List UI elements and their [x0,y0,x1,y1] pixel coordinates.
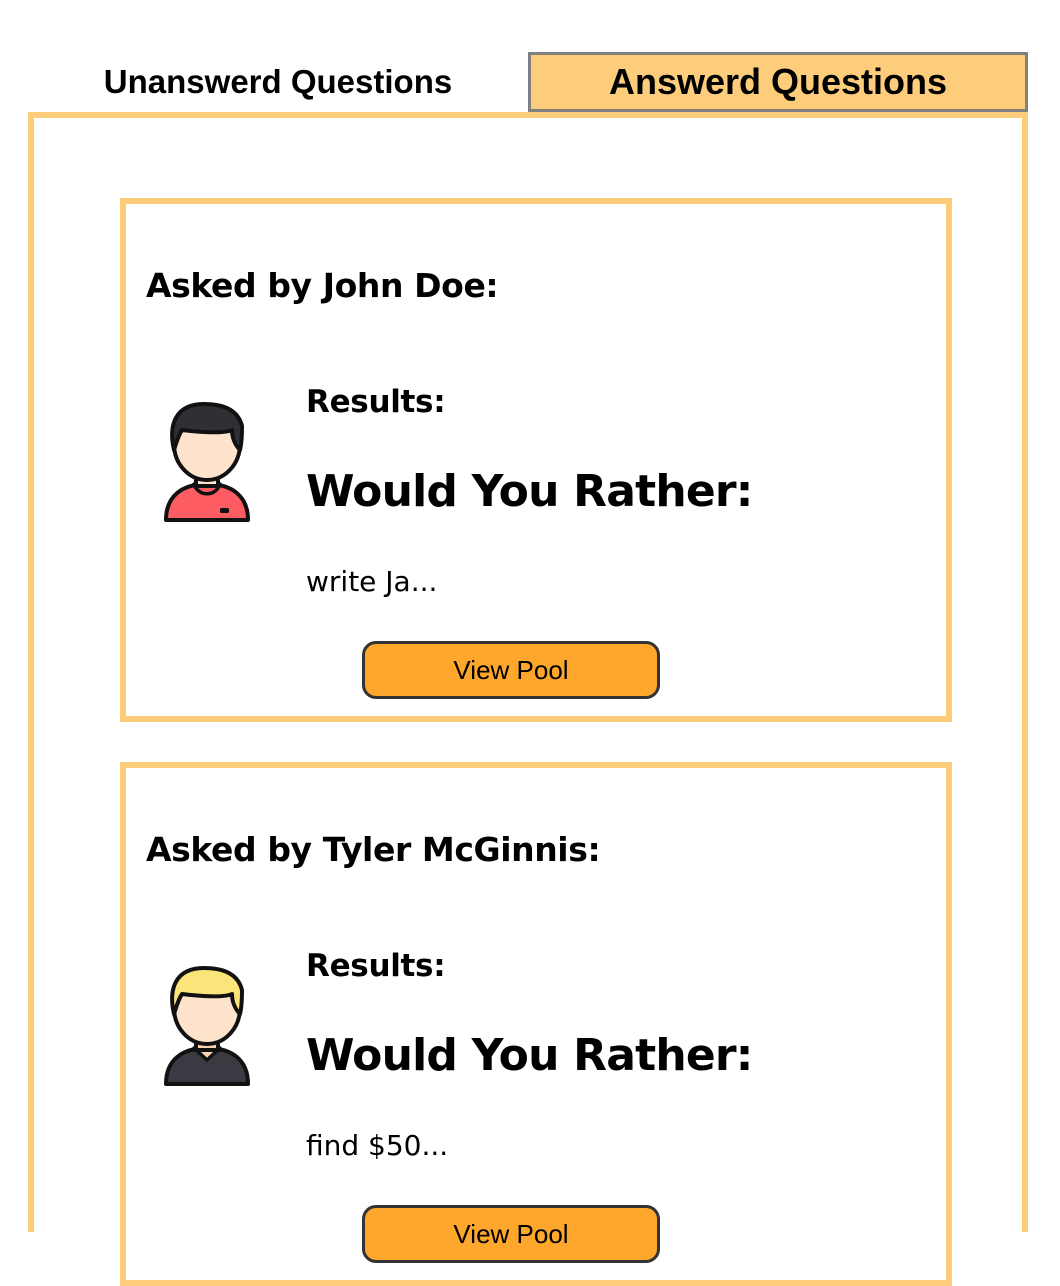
would-you-rather-title: Would You Rather: [306,466,753,517]
view-pool-button[interactable]: View Pool [362,641,660,699]
results-label: Results: [306,948,446,984]
asked-by-label: Asked by Tyler McGinnis: [146,830,601,869]
asked-by-label: Asked by John Doe: [146,266,499,305]
option-snippet: write Ja... [306,565,438,598]
view-pool-button[interactable]: View Pool [362,1205,660,1263]
man-dark-hair-red-shirt-icon [164,402,250,522]
option-snippet: find $50... [306,1129,449,1162]
tab-unanswered-questions-label: Unanswerd Questions [103,63,453,100]
question-card: Asked by Tyler McGinnis: Results: Would … [120,762,952,1286]
tab-answered-questions-label: Answerd Questions [608,61,948,102]
results-label: Results: [306,384,446,420]
man-blonde-hair-dark-shirt-icon [164,966,250,1086]
tab-answered-questions[interactable]: Answerd Questions [528,52,1028,112]
would-you-rather-title: Would You Rather: [306,1030,753,1081]
tab-unanswered-questions[interactable]: Unanswerd Questions [30,52,526,112]
question-card: Asked by John Doe: Results: Would You Ra… [120,198,952,722]
